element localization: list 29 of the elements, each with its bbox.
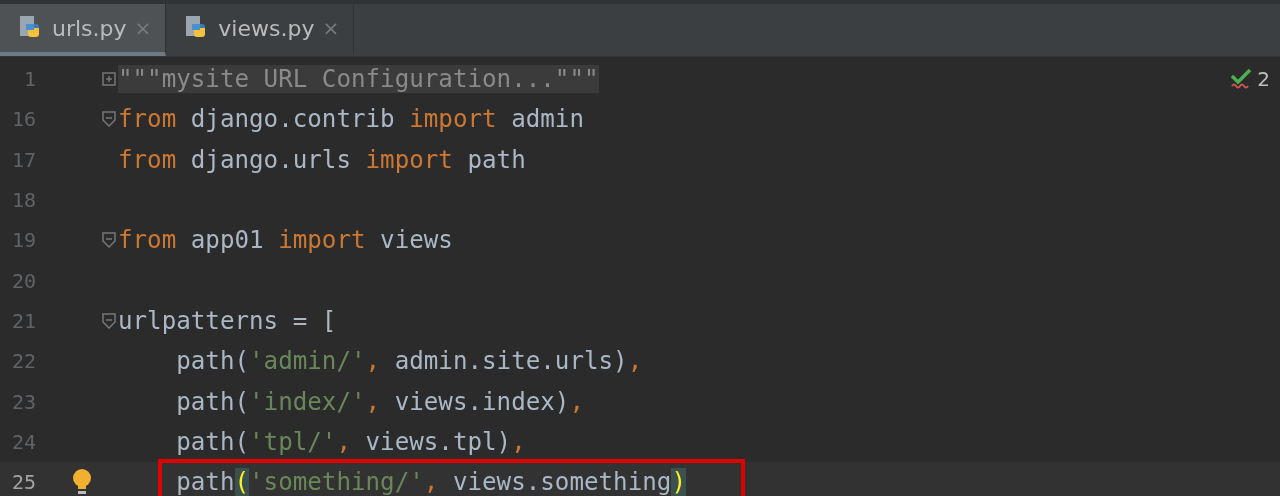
- file-tab[interactable]: urls.py ×: [0, 4, 167, 56]
- inspection-widget[interactable]: 2: [1229, 67, 1270, 91]
- line-number: 21: [10, 308, 36, 333]
- code-line: path('something/', views.something): [175, 468, 686, 496]
- close-icon[interactable]: ×: [322, 16, 340, 40]
- code-line: path('admin/', admin.site.urls),: [175, 347, 643, 376]
- line-number: 24: [10, 429, 36, 454]
- problem-count: 2: [1257, 67, 1270, 91]
- code-line: path('tpl/', views.tpl),: [175, 427, 526, 456]
- line-number: 25: [10, 470, 36, 495]
- line-number: 23: [10, 389, 36, 414]
- line-number: 1: [22, 67, 36, 92]
- code-line: from django.contrib import admin: [118, 105, 584, 134]
- expand-fold-icon[interactable]: [102, 72, 116, 87]
- code-line: path('index/', views.index),: [175, 387, 584, 416]
- line-number: 16: [10, 107, 36, 132]
- line-number: 17: [10, 147, 36, 172]
- code-line: from django.urls import path: [118, 145, 526, 174]
- line-number: 19: [10, 228, 36, 253]
- collapse-fold-icon[interactable]: [102, 232, 116, 249]
- line-number: 20: [10, 268, 36, 293]
- lightbulb-icon[interactable]: [72, 468, 92, 496]
- line-number: 22: [10, 349, 36, 374]
- collapse-fold-icon[interactable]: [102, 111, 116, 128]
- line-number: 18: [10, 188, 36, 213]
- collapse-fold-icon[interactable]: [102, 312, 116, 329]
- check-icon: [1229, 68, 1254, 90]
- code-line: urlpatterns = [: [118, 306, 337, 335]
- code-line: from app01 import views: [118, 226, 453, 255]
